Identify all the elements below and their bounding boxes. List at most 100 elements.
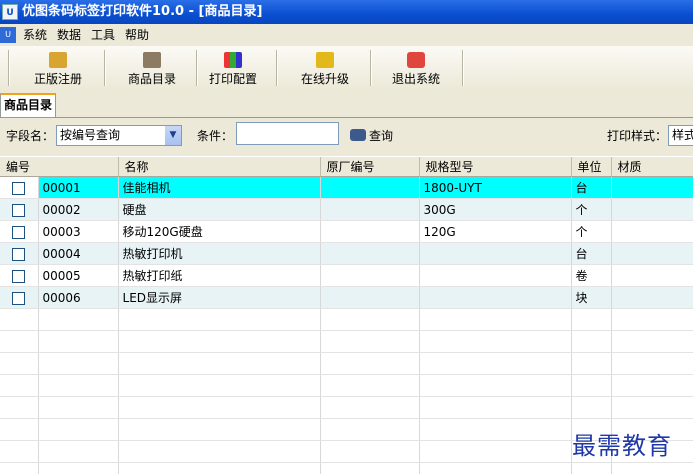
table-row[interactable]: 00005 热敏打印纸 卷 xyxy=(0,264,693,287)
row-checkbox-cell xyxy=(0,374,39,397)
filter-bar: 字段名： 按编号查询 ▼ 条件： 查询 打印样式： 样式 xyxy=(0,118,693,156)
cell-material xyxy=(611,286,693,309)
table-row[interactable]: 00006 LED显示屏 块 xyxy=(0,286,693,309)
cell-name xyxy=(118,308,321,331)
cell-oem-code xyxy=(320,440,420,463)
cell-oem-code xyxy=(320,176,420,199)
column-header-spec[interactable]: 规格型号 xyxy=(419,157,572,177)
column-header-code[interactable]: 编号 xyxy=(0,157,119,177)
toolbar-separator xyxy=(462,50,464,86)
condition-input[interactable] xyxy=(236,122,339,145)
empty-row xyxy=(0,462,693,474)
app-menu-icon[interactable]: U xyxy=(0,27,16,43)
cell-code xyxy=(38,374,119,397)
cell-material xyxy=(611,264,693,287)
catalog-button[interactable]: 商品目录 xyxy=(116,48,188,88)
field-select[interactable]: 按编号查询 ▼ xyxy=(56,125,182,146)
row-checkbox-cell xyxy=(0,418,39,441)
print-style-label: 打印样式： xyxy=(607,129,668,143)
exit-button[interactable]: 退出系统 xyxy=(380,48,452,88)
print-config-label: 打印配置 xyxy=(208,72,257,86)
upgrade-button[interactable]: 在线升级 xyxy=(288,48,362,88)
cell-oem-code xyxy=(320,198,420,221)
empty-row xyxy=(0,330,693,353)
toolbar: 正版注册 商品目录 打印配置 在线升级 退出系统 xyxy=(0,46,693,91)
toolbar-separator xyxy=(370,50,372,86)
cell-oem-code xyxy=(320,330,420,353)
row-checkbox[interactable] xyxy=(12,291,26,305)
table-row[interactable]: 00004 热敏打印机 台 xyxy=(0,242,693,265)
cell-oem-code xyxy=(320,220,420,243)
tab-strip: 商品目录 xyxy=(0,90,693,118)
menu-tools[interactable]: 工具 xyxy=(86,24,120,46)
cell-unit xyxy=(571,396,612,419)
cell-spec: 1800-UYT xyxy=(419,176,572,199)
row-checkbox-cell xyxy=(0,198,39,221)
table-row[interactable]: 00002 硬盘 300G 个 xyxy=(0,198,693,221)
cell-material xyxy=(611,462,693,474)
cell-material xyxy=(611,374,693,397)
title-bar: U 优图条码标签打印软件10.0 - [商品目录] xyxy=(0,0,693,24)
cell-oem-code xyxy=(320,308,420,331)
cell-spec xyxy=(419,286,572,309)
row-checkbox-cell xyxy=(0,308,39,331)
cell-name xyxy=(118,374,321,397)
menu-system[interactable]: 系统 xyxy=(18,24,52,46)
field-select-value: 按编号查询 xyxy=(60,128,121,142)
query-button[interactable]: 查询 xyxy=(350,118,393,154)
register-label: 正版注册 xyxy=(33,72,82,86)
row-checkbox[interactable] xyxy=(12,203,26,217)
cell-oem-code xyxy=(320,418,420,441)
upgrade-label: 在线升级 xyxy=(300,72,349,86)
cell-unit: 卷 xyxy=(571,264,612,287)
row-checkbox-cell xyxy=(0,462,39,474)
cell-material xyxy=(611,242,693,265)
column-header-material[interactable]: 材质 xyxy=(611,157,693,177)
toolbar-separator xyxy=(8,50,10,86)
menu-data[interactable]: 数据 xyxy=(52,24,86,46)
cell-name: 佳能相机 xyxy=(118,176,321,199)
cell-material xyxy=(611,308,693,331)
cell-spec xyxy=(419,374,572,397)
lock-icon xyxy=(49,52,67,68)
cell-material xyxy=(611,396,693,419)
cell-code xyxy=(38,352,119,375)
cell-name: 热敏打印机 xyxy=(118,242,321,265)
field-label: 字段名： xyxy=(6,129,55,143)
cell-oem-code xyxy=(320,462,420,474)
print-style-select[interactable]: 样式 xyxy=(668,125,693,146)
row-checkbox[interactable] xyxy=(12,269,26,283)
cell-spec xyxy=(419,418,572,441)
row-checkbox[interactable] xyxy=(12,225,26,239)
column-header-unit[interactable]: 单位 xyxy=(571,157,612,177)
cell-oem-code xyxy=(320,396,420,419)
cell-code xyxy=(38,330,119,353)
chevron-down-icon[interactable]: ▼ xyxy=(165,126,181,145)
cell-oem-code xyxy=(320,286,420,309)
cell-spec xyxy=(419,462,572,474)
register-button[interactable]: 正版注册 xyxy=(22,48,94,88)
cell-material xyxy=(611,352,693,375)
cell-spec xyxy=(419,264,572,287)
cell-spec xyxy=(419,330,572,353)
cell-name: 热敏打印纸 xyxy=(118,264,321,287)
cell-spec xyxy=(419,308,572,331)
column-header-oem-code[interactable]: 原厂编号 xyxy=(320,157,420,177)
table-row[interactable]: 00001 佳能相机 1800-UYT 台 xyxy=(0,176,693,199)
empty-row xyxy=(0,374,693,397)
column-header-name[interactable]: 名称 xyxy=(118,157,321,177)
tab-catalog[interactable]: 商品目录 xyxy=(0,93,56,117)
catalog-icon xyxy=(143,52,161,68)
condition-label: 条件： xyxy=(197,129,234,143)
row-checkbox[interactable] xyxy=(12,247,26,261)
exit-icon xyxy=(407,52,425,68)
print-config-button[interactable]: 打印配置 xyxy=(198,48,268,88)
empty-row xyxy=(0,352,693,375)
upgrade-icon xyxy=(316,52,334,68)
table-row[interactable]: 00003 移动120G硬盘 120G 个 xyxy=(0,220,693,243)
row-checkbox[interactable] xyxy=(12,181,26,195)
cell-spec xyxy=(419,242,572,265)
cell-unit: 个 xyxy=(571,220,612,243)
cell-unit xyxy=(571,330,612,353)
menu-help[interactable]: 帮助 xyxy=(120,24,154,46)
